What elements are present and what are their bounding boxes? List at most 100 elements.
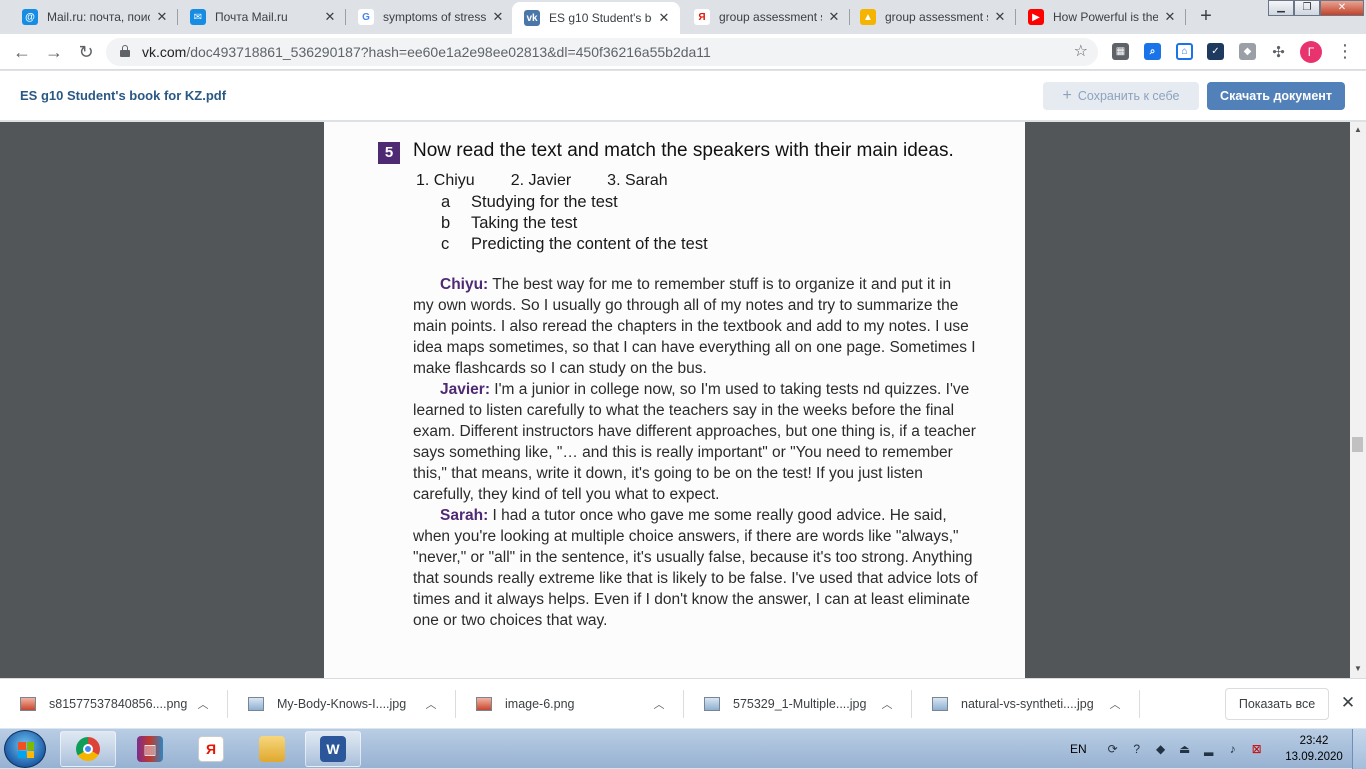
line-text: this," that means, write it down, it's g… <box>413 465 923 482</box>
extension-search-icon[interactable]: ⌕ <box>1144 43 1161 60</box>
document-file-name: ES g10 Student's book for KZ.pdf <box>20 88 227 103</box>
network-disconnected-icon[interactable]: ⊠ <box>1249 741 1265 757</box>
profile-avatar[interactable]: Г <box>1300 41 1322 63</box>
paragraph-line: Chiyu: The best way for me to remember s… <box>413 274 993 295</box>
download-item[interactable]: s81577537840856....png ︿ <box>0 687 228 721</box>
extension-shield-icon[interactable]: ◆ <box>1239 43 1256 60</box>
close-tab-icon[interactable]: ✕ <box>490 9 506 25</box>
speaker-paragraph: Sarah: I had a tutor once who gave me so… <box>413 505 993 631</box>
browser-tab[interactable]: ✉ Почта Mail.ru ✕ <box>178 0 346 34</box>
close-tab-icon[interactable]: ✕ <box>826 9 842 25</box>
download-file-name: 575329_1-Multiple....jpg <box>733 697 867 711</box>
image-file-icon <box>476 697 492 711</box>
paragraph-line: when you're looking at multiple choice a… <box>413 526 993 547</box>
close-tab-icon[interactable]: ✕ <box>154 9 170 25</box>
line-text: times and it always helps. Even if I don… <box>413 591 970 608</box>
signal-bars-icon[interactable]: ▂ <box>1201 741 1217 757</box>
volume-icon[interactable]: ♪ <box>1225 741 1241 757</box>
download-separator <box>1139 690 1140 718</box>
image-file-icon <box>20 697 36 711</box>
browser-tab[interactable]: Яgroup assessment s ✕ <box>682 0 850 34</box>
download-item[interactable]: My-Body-Knows-I....jpg ︿ <box>228 687 456 721</box>
speaker-name: Chiyu: <box>440 276 489 293</box>
url-host: vk.com <box>142 44 187 60</box>
close-downloads-icon[interactable]: ✕ <box>1340 694 1356 712</box>
back-arrow-icon[interactable]: ← <box>10 40 34 64</box>
idea-letter: c <box>441 235 450 253</box>
line-text: make flashcards so I can study on the bu… <box>413 360 707 377</box>
shield-tray-icon[interactable]: ◆ <box>1153 741 1169 757</box>
address-bar[interactable]: vk.com/doc493718861_536290187?hash=ee60e… <box>106 38 1098 66</box>
system-tray: EN ⟳ ? ◆ ⏏ ▂ ♪ ⊠ <box>1070 729 1269 769</box>
download-document-button[interactable]: Скачать документ <box>1207 82 1345 110</box>
idea-item: b Taking the test <box>441 213 708 234</box>
paragraph-line: this," that means, write it down, it's g… <box>413 463 993 484</box>
close-window-button[interactable]: ✕ <box>1320 0 1364 16</box>
help-icon[interactable]: ? <box>1129 741 1145 757</box>
minimize-button[interactable]: ▁ <box>1268 0 1294 16</box>
taskbar-chrome[interactable] <box>60 731 116 767</box>
download-item[interactable]: image-6.png ︿ <box>456 687 684 721</box>
download-file-name: natural-vs-syntheti....jpg <box>961 697 1094 711</box>
bookmark-star-icon[interactable]: ☆ <box>1074 41 1088 61</box>
extension-check-icon[interactable]: ✓ <box>1207 43 1224 60</box>
save-to-my-docs-button[interactable]: + Сохранить к себе <box>1043 82 1199 110</box>
scroll-up-arrow-icon[interactable]: ▲ <box>1354 125 1362 134</box>
close-tab-icon[interactable]: ✕ <box>656 10 672 26</box>
taskbar-winrar[interactable]: ▥ <box>122 731 178 767</box>
plus-icon: + <box>1062 87 1072 104</box>
paragraph-line: exam. Different instructors have differe… <box>413 421 993 442</box>
taskbar-yandex[interactable]: Я <box>183 731 239 767</box>
browser-tab[interactable]: ▲ group assessment s ✕ <box>848 0 1016 34</box>
line-text: carefully, they kind of tell you what to… <box>413 486 720 503</box>
start-button[interactable] <box>4 730 46 768</box>
vertical-scrollbar[interactable]: ▲ ▼ <box>1350 122 1366 678</box>
image-icon: ▲ <box>860 9 876 25</box>
browser-menu-icon[interactable]: ⋮ <box>1336 42 1354 62</box>
browser-tab[interactable]: ▶ How Powerful is the ✕ <box>1016 0 1186 34</box>
download-item[interactable]: natural-vs-syntheti....jpg ︿ <box>912 687 1140 721</box>
scroll-down-arrow-icon[interactable]: ▼ <box>1354 664 1362 673</box>
paragraph-line: one or two choices that way. <box>413 610 993 631</box>
network-sync-icon[interactable]: ⟳ <box>1105 741 1121 757</box>
close-tab-icon[interactable]: ✕ <box>1162 9 1178 25</box>
restore-button[interactable]: ❐ <box>1294 0 1320 16</box>
system-clock[interactable]: 23:42 13.09.2020 <box>1284 733 1344 765</box>
usb-device-icon[interactable]: ⏏ <box>1177 741 1193 757</box>
chevron-up-icon[interactable]: ︿ <box>423 696 439 712</box>
browser-toolbar: ← → ↻ vk.com/doc493718861_536290187?hash… <box>0 34 1366 70</box>
browser-tab[interactable]: Gsymptoms of stress ✕ <box>346 0 514 34</box>
extension-calculator-icon[interactable]: ▦ <box>1112 43 1129 60</box>
exercise-title: Now read the text and match the speakers… <box>413 140 954 161</box>
paragraph-line: carefully, they kind of tell you what to… <box>413 484 993 505</box>
reload-icon[interactable]: ↻ <box>74 40 98 64</box>
chevron-up-icon[interactable]: ︿ <box>651 696 667 712</box>
image-file-icon <box>248 697 264 711</box>
close-tab-icon[interactable]: ✕ <box>992 9 1008 25</box>
browser-tab[interactable]: vk ES g10 Student's bo ✕ <box>512 2 680 34</box>
extensions-puzzle-icon[interactable]: ✣ <box>1270 43 1287 61</box>
show-desktop-button[interactable] <box>1352 729 1366 769</box>
idea-item: c Predicting the content of the test <box>441 234 708 255</box>
show-all-downloads-button[interactable]: Показать все <box>1225 688 1329 720</box>
chevron-up-icon[interactable]: ︿ <box>195 696 211 712</box>
idea-item: a Studying for the test <box>441 192 708 213</box>
line-text: says something like, "… and this is real… <box>413 444 953 461</box>
download-item[interactable]: 575329_1-Multiple....jpg ︿ <box>684 687 912 721</box>
taskbar-explorer[interactable] <box>244 731 300 767</box>
taskbar-word[interactable]: W <box>305 731 361 767</box>
line-text: I'm a junior in college now, so I'm used… <box>489 381 970 398</box>
forward-arrow-icon[interactable]: → <box>42 40 66 64</box>
new-tab-button[interactable]: + <box>1196 6 1216 28</box>
chevron-up-icon[interactable]: ︿ <box>879 696 895 712</box>
language-indicator[interactable]: EN <box>1070 742 1087 756</box>
close-tab-icon[interactable]: ✕ <box>322 9 338 25</box>
browser-tab[interactable]: @ Mail.ru: почта, поис ✕ <box>10 0 178 34</box>
chevron-up-icon[interactable]: ︿ <box>1107 696 1123 712</box>
scrollbar-thumb[interactable] <box>1352 437 1363 452</box>
paragraph-line: my own words. So I usually go through al… <box>413 295 993 316</box>
pdf-viewer[interactable]: 5 Now read the text and match the speake… <box>0 122 1350 678</box>
tab-title: symptoms of stress <box>383 10 486 24</box>
extension-home-icon[interactable]: ⌂ <box>1176 43 1193 60</box>
google-icon: G <box>358 9 374 25</box>
